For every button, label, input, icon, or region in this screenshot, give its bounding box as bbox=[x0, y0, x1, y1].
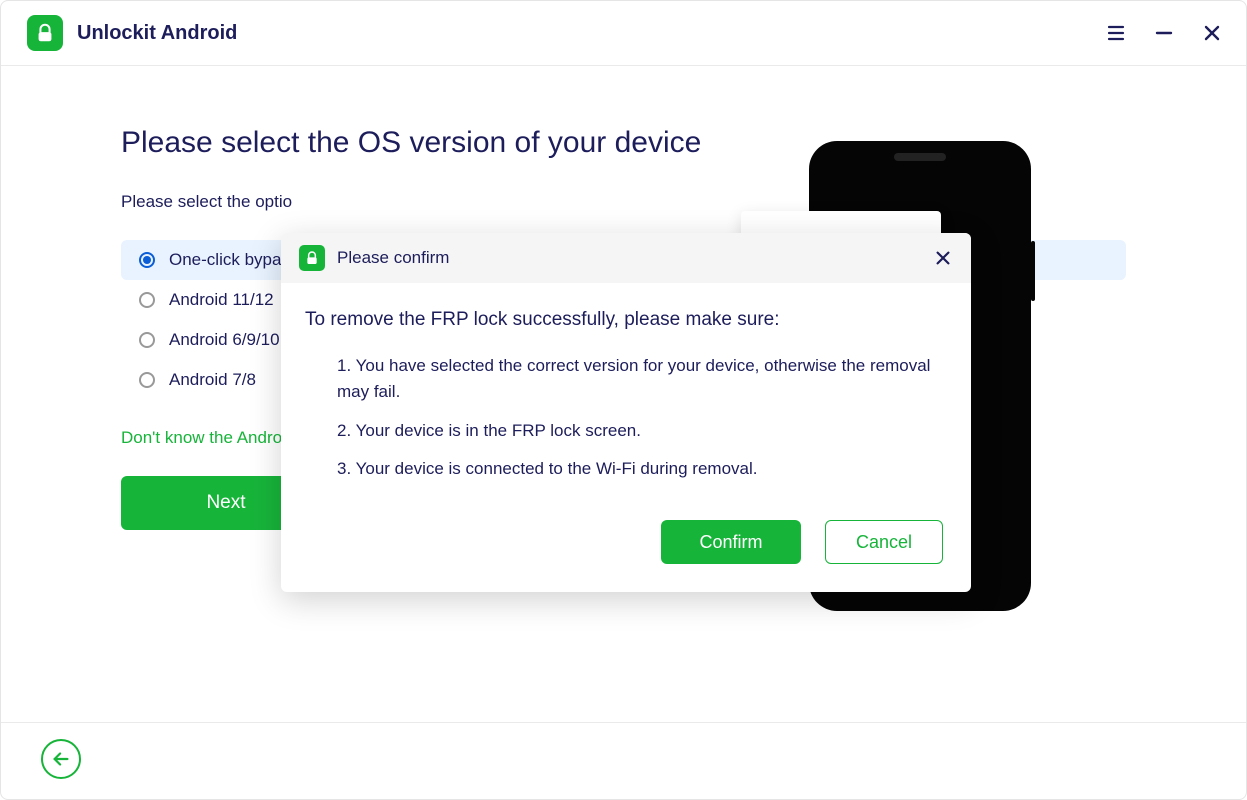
radio-icon bbox=[139, 292, 155, 308]
confirm-modal: Please confirm To remove the FRP lock su… bbox=[281, 233, 971, 592]
radio-icon bbox=[139, 332, 155, 348]
modal-lead: To remove the FRP lock successfully, ple… bbox=[305, 309, 937, 331]
radio-icon bbox=[139, 372, 155, 388]
title-bar: Unlockit Android bbox=[1, 1, 1246, 66]
cancel-button[interactable]: Cancel bbox=[825, 520, 943, 564]
minimize-icon[interactable] bbox=[1154, 23, 1174, 43]
modal-item: 3. Your device is connected to the Wi-Fi… bbox=[305, 456, 937, 482]
modal-header: Please confirm bbox=[281, 233, 971, 283]
option-label: Android 7/8 bbox=[169, 370, 256, 390]
back-button[interactable] bbox=[41, 739, 81, 779]
app-title: Unlockit Android bbox=[77, 22, 237, 45]
modal-title: Please confirm bbox=[337, 248, 449, 268]
app-logo-icon bbox=[27, 15, 63, 51]
title-left: Unlockit Android bbox=[27, 15, 237, 51]
close-icon[interactable] bbox=[1202, 23, 1222, 43]
modal-item: 2. Your device is in the FRP lock screen… bbox=[305, 418, 937, 444]
modal-body: To remove the FRP lock successfully, ple… bbox=[281, 283, 971, 520]
option-label: One-click bypass bbox=[169, 250, 298, 270]
modal-footer: Confirm Cancel bbox=[281, 520, 971, 592]
option-label: Android 11/12 bbox=[169, 290, 274, 310]
modal-header-left: Please confirm bbox=[299, 245, 449, 271]
confirm-button[interactable]: Confirm bbox=[661, 520, 801, 564]
window-controls bbox=[1106, 23, 1222, 43]
modal-close-icon[interactable] bbox=[933, 248, 953, 268]
modal-logo-icon bbox=[299, 245, 325, 271]
option-label: Android 6/9/10 bbox=[169, 330, 280, 350]
bottom-divider bbox=[1, 722, 1246, 723]
radio-icon bbox=[139, 252, 155, 268]
modal-item: 1. You have selected the correct version… bbox=[305, 353, 937, 406]
menu-icon[interactable] bbox=[1106, 23, 1126, 43]
